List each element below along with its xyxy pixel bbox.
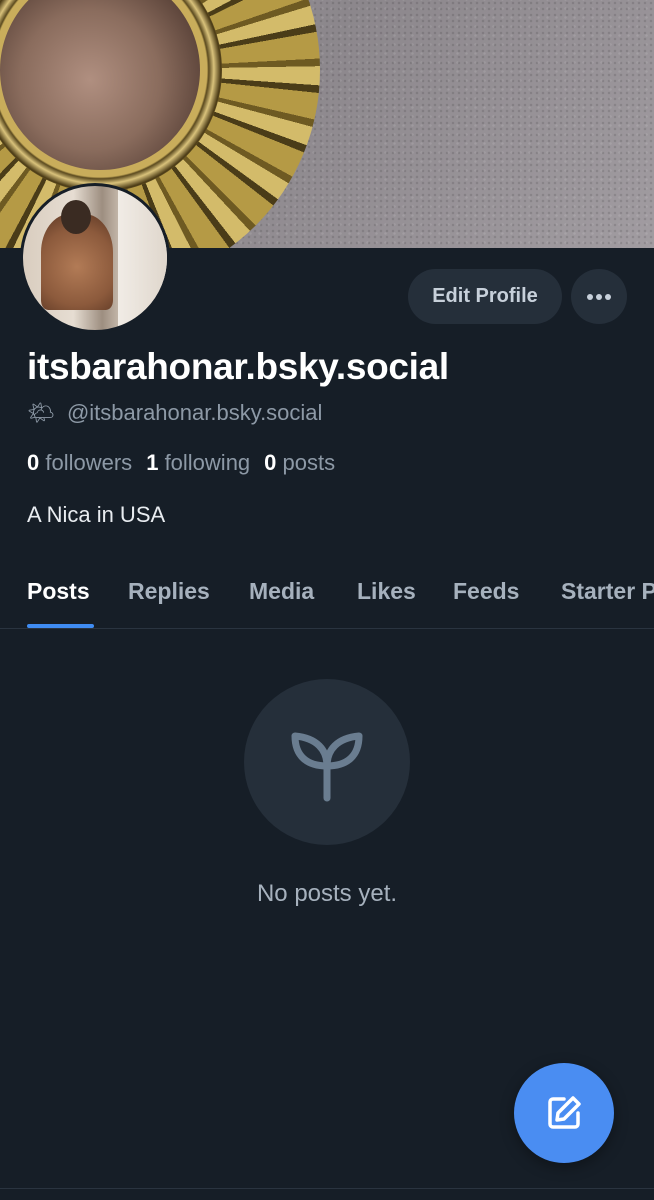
avatar[interactable] [20, 183, 170, 333]
posts-count: 0 [264, 450, 277, 475]
ellipsis-icon [587, 293, 611, 300]
compose-post-button[interactable] [514, 1063, 614, 1163]
followers-count: 0 [27, 450, 40, 475]
profile-actions: Edit Profile [408, 269, 627, 324]
empty-state-message: No posts yet. [256, 880, 398, 907]
profile-bio: A Nica in USA [27, 502, 166, 527]
display-name: itsbarahonar.bsky.social [27, 346, 449, 387]
posts-stat: 0 posts [264, 450, 335, 476]
active-tab-indicator [27, 624, 94, 628]
posts-label: posts [282, 450, 336, 475]
handle: @itsbarahonar.bsky.social [66, 400, 323, 425]
followers-stat[interactable]: 0 followers [27, 450, 132, 476]
avatar-background [118, 186, 167, 330]
sprout-icon [291, 732, 363, 802]
tab-posts[interactable]: Posts [27, 578, 90, 605]
tab-starter-packs[interactable]: Starter Packs [561, 578, 654, 605]
compose-icon [548, 1096, 581, 1129]
handle-row: 🌤 @itsbarahonar.bsky.social [27, 400, 322, 426]
handle-emoji: 🌤 [27, 400, 55, 425]
more-options-button[interactable] [571, 269, 627, 324]
tab-media[interactable]: Media [249, 578, 314, 605]
tab-replies[interactable]: Replies [128, 578, 210, 605]
bottom-divider [0, 1188, 654, 1189]
profile-tabs: Posts Replies Media Likes Feeds Starter … [0, 560, 654, 629]
tab-feeds[interactable]: Feeds [453, 578, 519, 605]
followers-label: followers [45, 450, 133, 475]
following-count: 1 [146, 450, 159, 475]
edit-profile-button[interactable]: Edit Profile [408, 269, 562, 324]
tab-likes[interactable]: Likes [357, 578, 416, 605]
following-stat[interactable]: 1 following [146, 450, 250, 476]
empty-state-icon-container [244, 679, 410, 845]
avatar-head [61, 200, 91, 234]
following-label: following [164, 450, 251, 475]
profile-stats: 0 followers 1 following 0 posts [27, 450, 335, 476]
